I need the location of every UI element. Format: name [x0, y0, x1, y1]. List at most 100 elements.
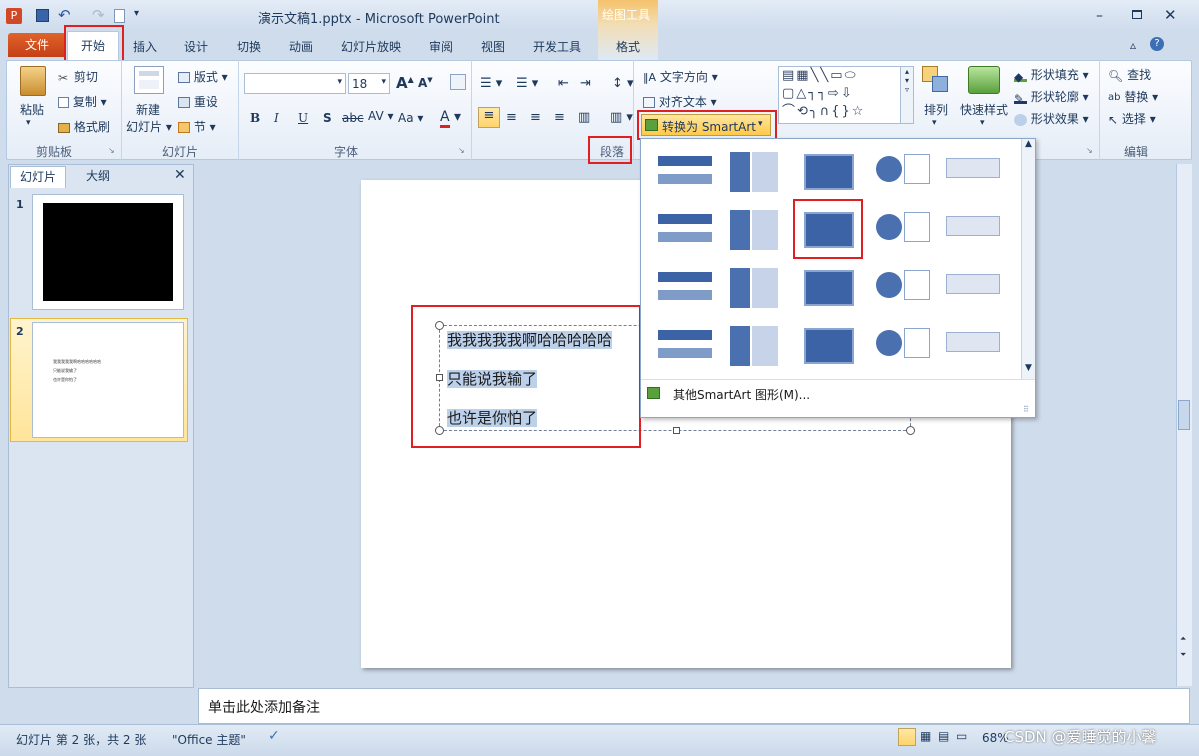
smartart-layout-thumbnail[interactable]: [650, 320, 714, 372]
tab-transitions[interactable]: 切换: [237, 38, 261, 55]
shape-effects-button[interactable]: 形状效果 ▾: [1014, 110, 1089, 127]
layout-button[interactable]: 版式 ▾: [178, 68, 228, 85]
change-case-button[interactable]: Aa ▾: [398, 111, 423, 125]
font-size-select[interactable]: 18 ▾: [348, 73, 390, 94]
smartart-layout-thumbnail[interactable]: [866, 320, 930, 372]
slide-sorter-icon[interactable]: ▦: [920, 729, 931, 743]
scroll-thumb[interactable]: [1178, 400, 1190, 430]
collapse-ribbon-icon[interactable]: ▵: [1130, 38, 1136, 52]
justify-button[interactable]: ≡: [554, 110, 565, 125]
normal-view-icon[interactable]: [898, 728, 916, 746]
minimize-button[interactable]: –: [1096, 8, 1103, 24]
maximize-button[interactable]: [1132, 10, 1142, 19]
save-icon[interactable]: [36, 9, 49, 22]
undo-icon[interactable]: ↶: [58, 6, 71, 24]
strikethrough-button[interactable]: abc: [342, 111, 364, 125]
smartart-layout-thumbnail[interactable]: [866, 204, 930, 256]
align-left-button[interactable]: ≡: [478, 107, 500, 128]
bullets-button[interactable]: ☰ ▾: [480, 76, 502, 91]
next-slide-icon[interactable]: ⏷: [1180, 650, 1186, 660]
tab-view[interactable]: 视图: [481, 38, 505, 55]
clear-formatting-icon[interactable]: [450, 74, 466, 90]
line-spacing-button[interactable]: ↕ ▾: [612, 76, 634, 91]
notes-pane[interactable]: 单击此处添加备注: [198, 688, 1190, 724]
underline-button[interactable]: U: [298, 111, 308, 125]
columns-button[interactable]: ▥ ▾: [610, 110, 633, 125]
paste-dropdown-icon[interactable]: ▾: [26, 118, 31, 128]
reading-view-icon[interactable]: ▤: [938, 729, 949, 743]
gallery-scrollbar[interactable]: ▲ ▼: [1021, 139, 1035, 379]
copy-button[interactable]: 复制 ▾: [58, 93, 107, 110]
shrink-font-icon[interactable]: A▼: [418, 76, 433, 90]
tab-developer[interactable]: 开发工具: [533, 38, 581, 55]
vertical-scrollbar[interactable]: ⏶ ⏷: [1176, 164, 1192, 686]
smartart-layout-thumbnail[interactable]: [722, 320, 786, 372]
char-spacing-button[interactable]: AV ▾: [368, 109, 394, 123]
tab-review[interactable]: 审阅: [429, 38, 453, 55]
smartart-layout-thumbnail[interactable]: [866, 146, 930, 198]
reset-button[interactable]: 重设: [178, 93, 218, 110]
slide-thumbnail-1[interactable]: [32, 194, 184, 310]
new-slide-line2[interactable]: 幻灯片 ▾: [126, 118, 172, 135]
align-right-button[interactable]: ≡: [530, 110, 541, 125]
smartart-layout-thumbnail[interactable]: [722, 146, 786, 198]
prev-slide-icon[interactable]: ⏶: [1180, 634, 1186, 644]
font-size-dropdown-icon[interactable]: ▾: [381, 77, 386, 87]
decrease-indent-button[interactable]: ⇤: [558, 76, 569, 91]
smartart-layout-thumbnail[interactable]: [938, 146, 1002, 198]
tab-outline-pane[interactable]: 大纲: [70, 166, 126, 188]
close-pane-icon[interactable]: ✕: [174, 167, 186, 183]
resize-handle[interactable]: [673, 427, 680, 434]
quick-styles-icon[interactable]: [968, 66, 1000, 94]
shapes-row[interactable]: ▤▦╲╲▭⬭: [779, 67, 913, 85]
font-launcher-icon[interactable]: ↘: [458, 146, 465, 155]
smartart-layout-thumbnail[interactable]: [650, 146, 714, 198]
tab-format[interactable]: 格式: [616, 38, 640, 55]
redo-icon[interactable]: ↷: [92, 6, 105, 24]
spellcheck-icon[interactable]: ✓: [268, 728, 280, 744]
notes-placeholder[interactable]: 单击此处添加备注: [208, 697, 320, 717]
slide-thumbnail-2[interactable]: 我我我我我啊哈哈哈哈哈哈 只能说我输了 也许是你怕了: [32, 322, 184, 438]
section-button[interactable]: 节 ▾: [178, 118, 216, 135]
text-direction-button[interactable]: ‖A 文字方向 ▾: [643, 68, 718, 85]
shadow-button[interactable]: S: [323, 111, 332, 125]
tab-design[interactable]: 设计: [184, 38, 208, 55]
gallery-resize-grip-icon[interactable]: ⠿: [1023, 405, 1029, 414]
grow-font-icon[interactable]: A▲: [396, 74, 414, 92]
resize-handle[interactable]: [906, 426, 915, 435]
align-text-button[interactable]: 对齐文本 ▾: [643, 93, 717, 110]
tab-animations[interactable]: 动画: [289, 38, 313, 55]
powerpoint-logo-icon[interactable]: P: [6, 8, 22, 24]
shapes-row[interactable]: ⌒⟲╮∩{}☆: [779, 103, 913, 121]
tab-slides-pane[interactable]: 幻灯片: [10, 166, 66, 188]
smartart-layout-thumbnail[interactable]: [938, 262, 1002, 314]
font-name-select[interactable]: ▾: [244, 73, 346, 94]
more-smartart-link[interactable]: 其他SmartArt 图形(M)...: [673, 386, 810, 403]
replace-button[interactable]: ab 替换 ▾: [1108, 88, 1158, 105]
italic-button[interactable]: I: [274, 111, 279, 125]
align-center-button[interactable]: ≡: [506, 110, 517, 125]
smartart-layout-thumbnail[interactable]: [722, 204, 786, 256]
tab-file[interactable]: 文件: [8, 33, 66, 57]
customize-qat-icon[interactable]: ▾: [134, 8, 139, 19]
new-slide-icon[interactable]: [134, 66, 164, 94]
format-painter-button[interactable]: 格式刷: [58, 118, 110, 135]
smartart-layout-thumbnail[interactable]: [938, 204, 1002, 256]
slideshow-view-icon[interactable]: ▭: [956, 729, 967, 743]
distribute-button[interactable]: ▥: [578, 110, 590, 125]
increase-indent-button[interactable]: ⇥: [580, 76, 591, 91]
smartart-layout-thumbnail[interactable]: [938, 320, 1002, 372]
shapes-row[interactable]: ▢△┐┐⇨⇩: [779, 85, 913, 103]
smartart-layout-thumbnail[interactable]: [794, 320, 858, 372]
smartart-layout-thumbnail[interactable]: [794, 262, 858, 314]
new-document-icon[interactable]: [114, 9, 125, 23]
theme-name[interactable]: "Office 主题": [172, 731, 246, 748]
new-slide-line1[interactable]: 新建: [136, 101, 160, 118]
clipboard-launcher-icon[interactable]: ↘: [108, 146, 115, 155]
smartart-layout-thumbnail[interactable]: [650, 204, 714, 256]
cut-button[interactable]: ✂ 剪切: [58, 68, 98, 85]
arrange-icon[interactable]: [922, 66, 950, 94]
shape-outline-button[interactable]: ✎ 形状轮廓 ▾: [1014, 88, 1089, 106]
arrange-dropdown-icon[interactable]: ▾: [932, 118, 937, 128]
smartart-layout-thumbnail[interactable]: [650, 262, 714, 314]
